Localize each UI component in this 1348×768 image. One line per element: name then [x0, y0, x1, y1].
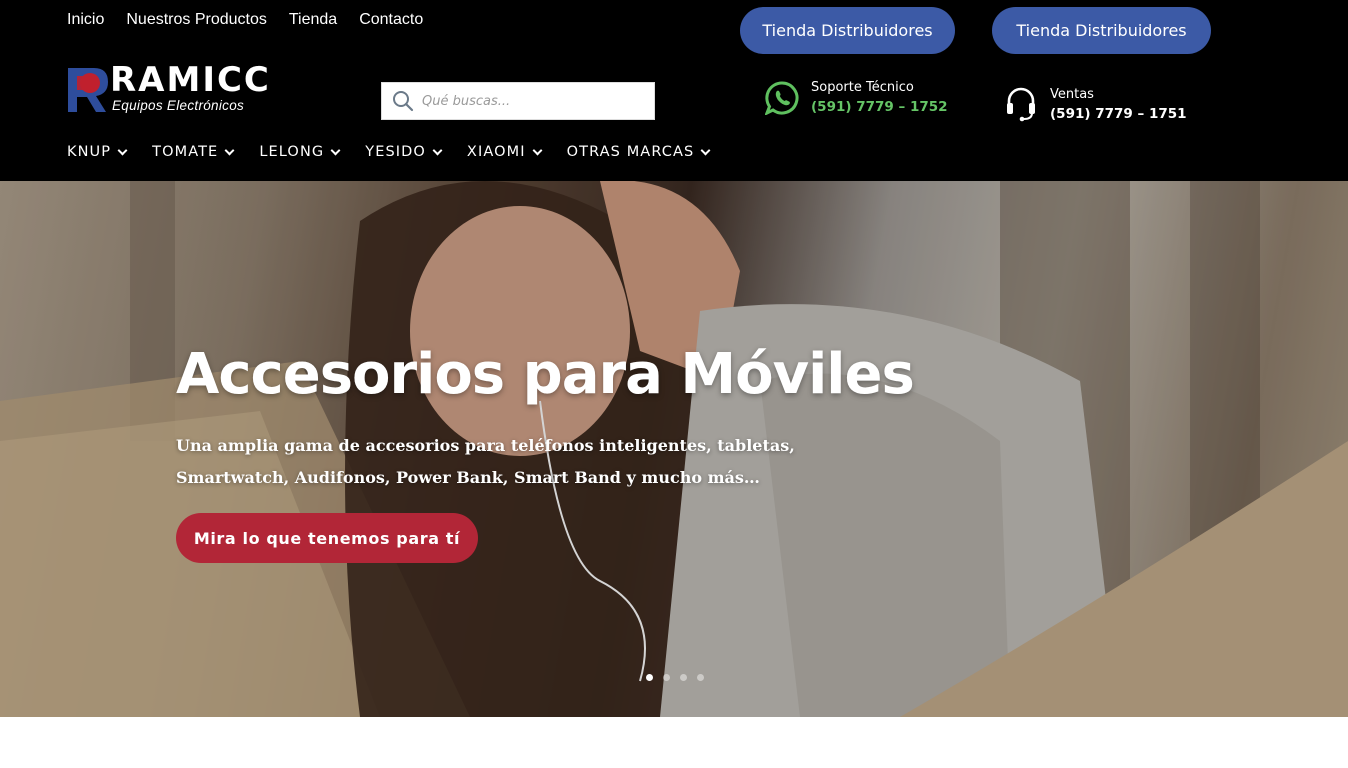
whatsapp-icon — [765, 80, 799, 115]
chevron-down-icon — [532, 145, 543, 155]
hero-description: Una amplia gama de accesorios para teléf… — [176, 430, 796, 494]
search-input[interactable] — [422, 93, 642, 109]
sales-label: Ventas — [1050, 86, 1094, 102]
chevron-down-icon — [432, 145, 443, 155]
chevron-down-icon — [117, 145, 128, 155]
support-text: Soporte Técnico (591) 7779 – 1752 — [811, 80, 948, 115]
hero-description-line-2: Smartwatch, Audifonos, Power Bank, Smart… — [176, 468, 760, 487]
slider-dot-4[interactable] — [697, 674, 704, 681]
nav-contacto[interactable]: Contacto — [359, 11, 423, 29]
chevron-down-icon — [700, 145, 711, 155]
brand-menu-label: LELONG — [259, 144, 325, 160]
sales-phone[interactable]: (591) 7779 – 1751 — [1050, 106, 1187, 122]
support-phone[interactable]: (591) 7779 – 1752 — [811, 99, 948, 115]
slider-dot-3[interactable] — [680, 674, 687, 681]
site-header: Inicio Nuestros Productos Tienda Contact… — [0, 0, 1348, 181]
logo-mark-icon — [68, 68, 108, 112]
brand-nav: KNUP TOMATE LELONG YESIDO XIAOMI OTRAS M… — [67, 144, 735, 160]
search-icon[interactable] — [392, 90, 414, 112]
brand-menu-label: TOMATE — [152, 144, 219, 160]
slider-pagination — [646, 674, 704, 681]
slider-dot-1[interactable] — [646, 674, 653, 681]
hero-title: Accesorios para Móviles — [176, 342, 915, 407]
brand-menu-label: XIAOMI — [466, 144, 526, 160]
top-nav: Inicio Nuestros Productos Tienda Contact… — [67, 11, 445, 29]
hero-cta-button[interactable]: Mira lo que tenemos para tí — [176, 513, 478, 563]
sales-contact[interactable]: Ventas (591) 7779 – 1751 — [1004, 86, 1187, 122]
brand-menu-lelong[interactable]: LELONG — [259, 144, 341, 160]
nav-tienda[interactable]: Tienda — [289, 11, 337, 29]
slider-dot-2[interactable] — [663, 674, 670, 681]
nav-inicio[interactable]: Inicio — [67, 11, 104, 29]
brand-menu-label: KNUP — [67, 144, 112, 160]
support-contact[interactable]: Soporte Técnico (591) 7779 – 1752 — [765, 80, 948, 115]
search-box — [381, 82, 655, 120]
ramicc-logo[interactable]: RAMICC Equipos Electrónicos — [66, 60, 291, 116]
headset-icon — [1007, 87, 1035, 122]
brand-menu-knup[interactable]: KNUP — [67, 144, 128, 160]
distributor-store-button-2[interactable]: Tienda Distribuidores — [992, 7, 1211, 54]
hero-description-line-1: Una amplia gama de accesorios para teléf… — [176, 436, 795, 455]
chevron-down-icon — [224, 145, 235, 155]
brand-menu-otras-marcas[interactable]: OTRAS MARCAS — [566, 144, 711, 160]
support-label: Soporte Técnico — [811, 80, 914, 95]
logo-wordmark: RAMICC — [110, 60, 271, 100]
distributor-store-button[interactable]: Tienda Distribuidores — [740, 7, 955, 54]
brand-menu-tomate[interactable]: TOMATE — [152, 144, 235, 160]
brand-menu-xiaomi[interactable]: XIAOMI — [466, 144, 543, 160]
nav-nuestros-productos[interactable]: Nuestros Productos — [126, 11, 267, 29]
logo-tagline: Equipos Electrónicos — [112, 98, 245, 113]
brand-menu-yesido[interactable]: YESIDO — [365, 144, 443, 160]
brand-menu-label: YESIDO — [365, 144, 426, 160]
sales-text: Ventas (591) 7779 – 1751 — [1050, 87, 1187, 122]
chevron-down-icon — [330, 145, 341, 155]
brand-menu-label: OTRAS MARCAS — [566, 144, 695, 160]
